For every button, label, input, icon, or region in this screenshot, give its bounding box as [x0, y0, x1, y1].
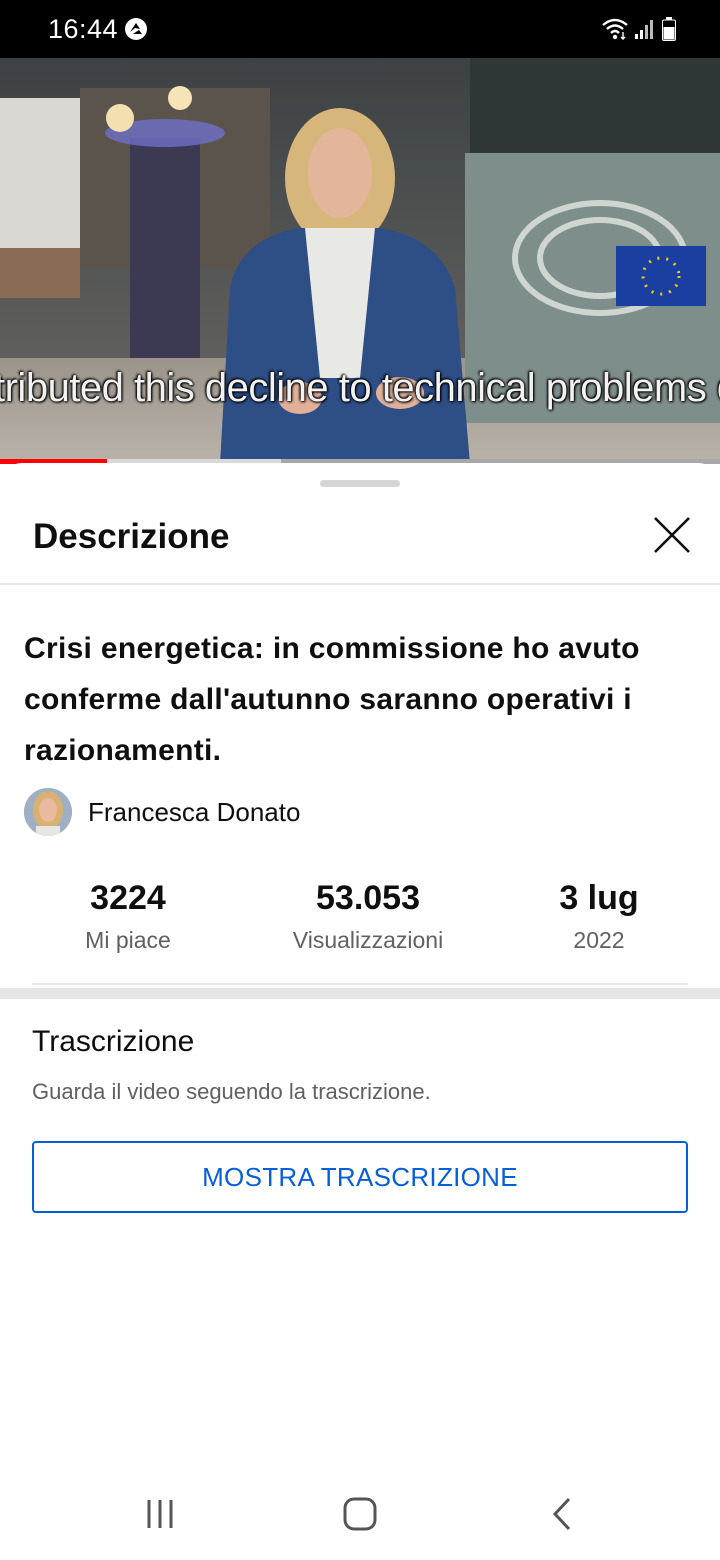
section-separator [0, 988, 720, 999]
sheet-title: Descrizione [33, 517, 230, 556]
drag-handle[interactable] [320, 480, 400, 487]
back-icon [552, 1497, 571, 1531]
status-bar: 16:44 [0, 0, 720, 58]
likes-label: Mi piace [85, 927, 171, 953]
views-count: 53.053 [316, 879, 420, 917]
likes-count: 3224 [90, 879, 166, 917]
wifi-icon [602, 18, 628, 40]
video-stats: 3224 Mi piace 53.053 Visualizzazioni 3 l… [0, 873, 720, 973]
avatar [24, 788, 72, 836]
views-label: Visualizzazioni [292, 927, 444, 953]
upload-year: 2022 [573, 927, 625, 953]
notification-badge-icon [125, 18, 147, 40]
system-nav-bar [0, 1468, 720, 1560]
status-time: 16:44 [48, 14, 119, 44]
views-stat: 53.053 Visualizzazioni [268, 873, 468, 957]
stats-divider [32, 983, 688, 985]
video-player[interactable]: tributed this decline to technical probl… [0, 58, 720, 464]
close-icon [654, 517, 690, 553]
signal-icon [635, 20, 653, 39]
recent-apps-button[interactable] [130, 1492, 190, 1536]
back-button[interactable] [532, 1492, 592, 1536]
home-button[interactable] [330, 1492, 390, 1536]
description-sheet: Descrizione Crisi energetica: in commiss… [0, 463, 720, 1468]
channel-name: Francesca Donato [88, 796, 301, 827]
transcript-title: Trascrizione [32, 1025, 195, 1058]
close-button[interactable] [646, 509, 698, 561]
status-icons [602, 16, 676, 42]
video-title: Crisi energetica: in commissione ho avut… [24, 632, 640, 767]
upload-date: 3 lug [559, 879, 639, 917]
video-subtitle: tributed this decline to technical probl… [0, 366, 720, 410]
channel-link[interactable]: Francesca Donato [24, 788, 300, 836]
home-icon [343, 1497, 377, 1531]
show-transcript-button[interactable]: MOSTRA TRASCRIZIONE [32, 1141, 688, 1213]
likes-stat: 3224 Mi piace [48, 873, 208, 957]
recent-apps-icon [147, 1500, 173, 1528]
battery-icon [662, 17, 676, 41]
date-stat: 3 lug 2022 [524, 873, 674, 957]
transcript-description: Guarda il video seguendo la trascrizione… [32, 1079, 431, 1104]
header-divider [0, 583, 720, 585]
